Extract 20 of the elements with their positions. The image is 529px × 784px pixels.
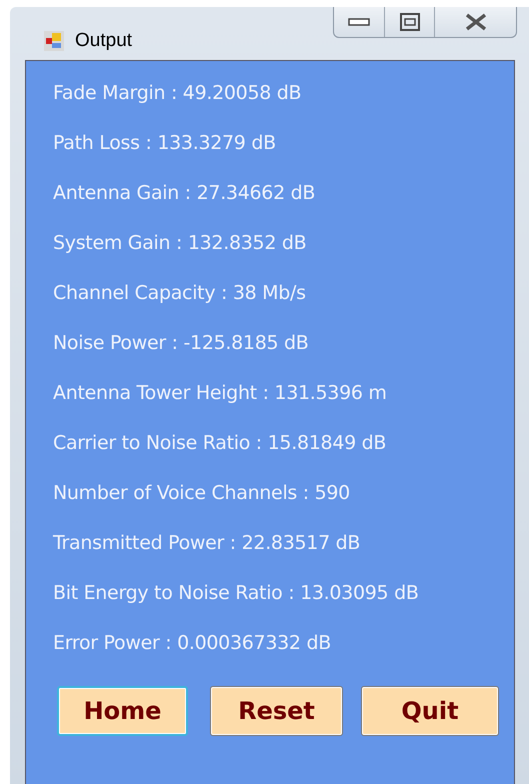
action-button[interactable]: Reset [210,686,343,736]
minimize-icon [348,17,370,27]
result-label: System Gain : 132.8352 dB [52,230,308,256]
result-label: Error Power : 0.000367332 dB [52,630,332,656]
result-label: Channel Capacity : 38 Mb/s [52,280,307,306]
result-label: Fade Margin : 49.20058 dB [52,80,302,106]
action-button[interactable]: Home [57,686,188,736]
result-label: Bit Energy to Noise Ratio : 13.03095 dB [52,580,420,606]
result-label: Number of Voice Channels : 590 [52,480,351,506]
result-label: Transmitted Power : 22.83517 dB [52,530,362,556]
action-button[interactable]: Quit [361,686,499,736]
result-label: Antenna Tower Height : 131.5396 m [52,380,388,406]
window-title: Output [75,30,132,52]
app-icon [43,30,65,52]
maximize-icon [400,13,420,31]
result-label: Path Loss : 133.3279 dB [52,130,277,156]
close-icon [464,13,486,31]
result-label: Carrier to Noise Ratio : 15.81849 dB [52,430,388,456]
result-label: Noise Power : -125.8185 dB [52,330,310,356]
result-label: Antenna Gain : 27.34662 dB [52,180,316,206]
